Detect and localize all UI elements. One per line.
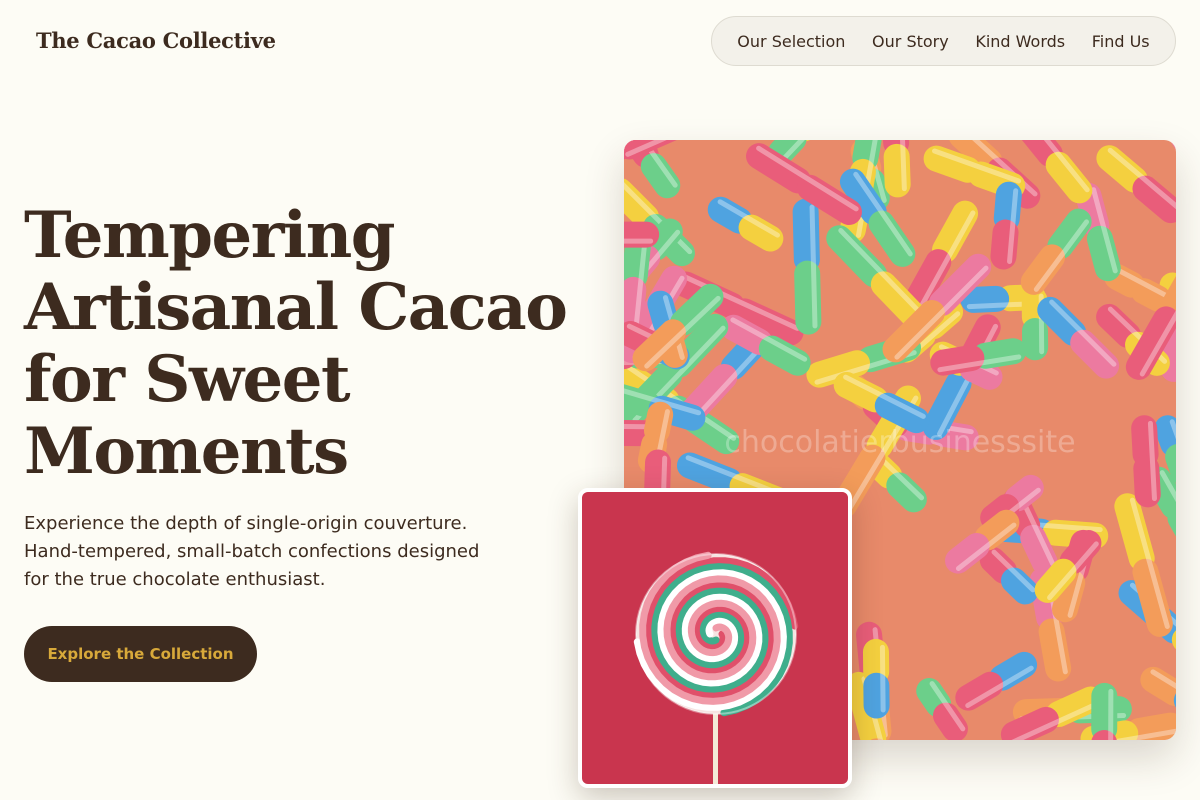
nav-kind-words[interactable]: Kind Words: [975, 32, 1065, 51]
explore-collection-button[interactable]: Explore the Collection: [24, 626, 257, 682]
lollipop-image: [582, 492, 848, 784]
hero-headline: Tempering Artisanal Cacao for Sweet Mome…: [24, 200, 584, 488]
nav-find-us[interactable]: Find Us: [1092, 32, 1150, 51]
main-nav: Our Selection Our Story Kind Words Find …: [711, 16, 1176, 66]
image-watermark: chocolatierbusinesssite: [724, 425, 1075, 460]
subtext-line-1: Experience the depth of single-origin co…: [24, 513, 468, 534]
brand-logo[interactable]: The Cacao Collective: [36, 28, 276, 53]
subtext-line-3: for the true chocolate enthusiast.: [24, 569, 326, 590]
lollipop-photo: [578, 488, 852, 788]
headline-line-4: Moments: [24, 414, 349, 489]
nav-our-selection[interactable]: Our Selection: [737, 32, 845, 51]
hero-subtext: Experience the depth of single-origin co…: [24, 510, 544, 594]
nav-our-story[interactable]: Our Story: [872, 32, 949, 51]
headline-line-1: Tempering: [24, 198, 396, 273]
headline-line-3: for Sweet: [24, 342, 351, 417]
subtext-line-2: Hand-tempered, small-batch confections d…: [24, 541, 480, 562]
headline-line-2: Artisanal Cacao: [24, 270, 568, 345]
